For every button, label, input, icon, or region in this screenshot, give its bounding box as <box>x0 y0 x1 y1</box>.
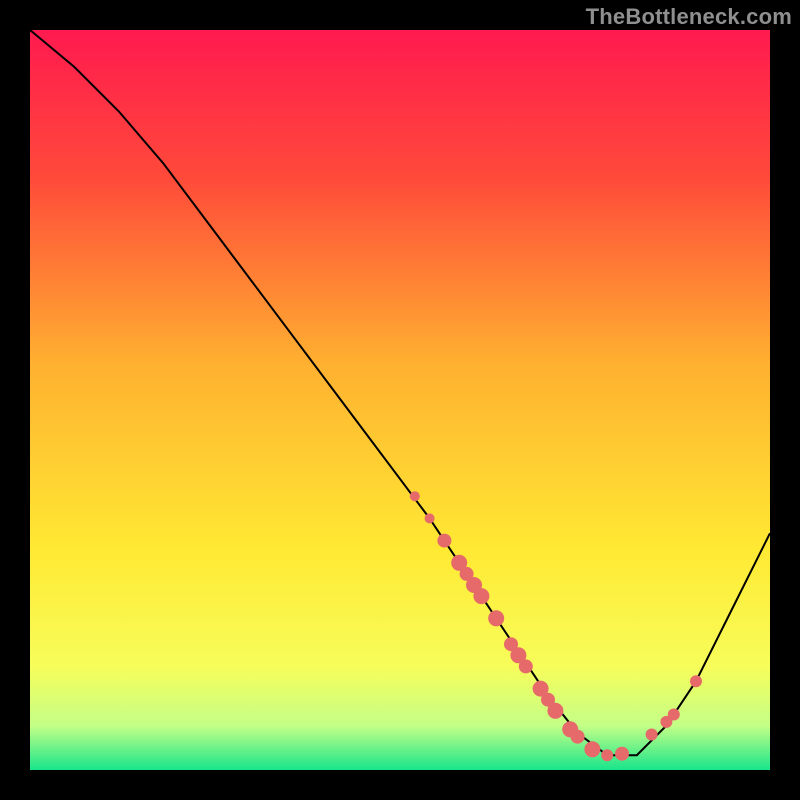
scatter-point <box>410 491 420 501</box>
scatter-point <box>519 659 533 673</box>
scatter-point <box>646 729 658 741</box>
scatter-point <box>584 741 600 757</box>
scatter-point <box>488 610 504 626</box>
scatter-point <box>668 709 680 721</box>
scatter-point <box>690 675 702 687</box>
scatter-point <box>615 747 629 761</box>
scatter-point <box>473 588 489 604</box>
scatter-point <box>571 730 585 744</box>
chart-gradient-background <box>30 30 770 770</box>
scatter-point <box>425 513 435 523</box>
scatter-point <box>547 703 563 719</box>
bottleneck-chart <box>0 0 800 800</box>
scatter-point <box>437 534 451 548</box>
watermark-text: TheBottleneck.com <box>586 4 792 30</box>
scatter-point <box>601 749 613 761</box>
chart-frame: { "watermark": "TheBottleneck.com", "cha… <box>0 0 800 800</box>
